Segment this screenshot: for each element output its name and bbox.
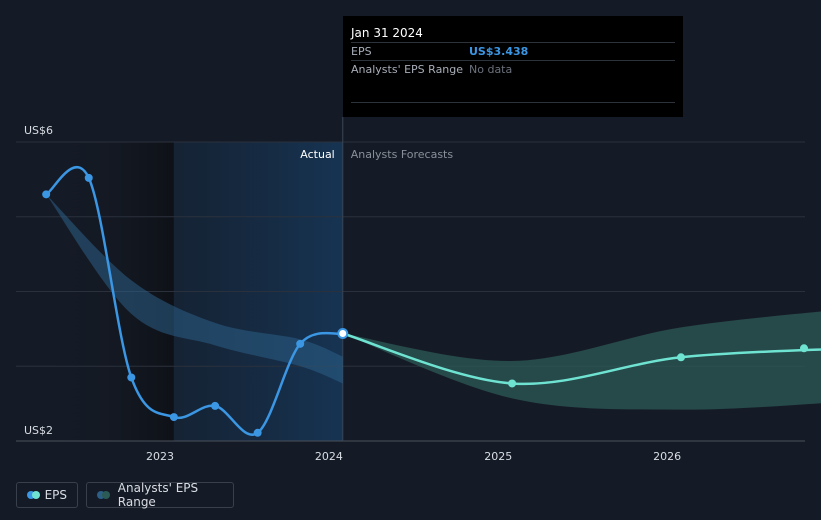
y-axis-label-top: US$6 bbox=[24, 124, 53, 137]
tooltip-divider bbox=[351, 78, 675, 103]
tooltip-eps-label: EPS bbox=[351, 45, 372, 58]
tooltip-row-eps: EPS US$3.438 bbox=[351, 42, 675, 60]
eps-highlight-point bbox=[337, 328, 349, 340]
chart-legend: EPS Analysts' EPS Range bbox=[16, 481, 234, 509]
eps-actual-point bbox=[211, 401, 220, 410]
actual-region-label: Actual bbox=[300, 148, 334, 161]
legend-range-button[interactable]: Analysts' EPS Range bbox=[86, 481, 234, 509]
legend-eps-label: EPS bbox=[44, 488, 67, 502]
eps-forecast-point bbox=[800, 344, 808, 353]
eps-actual-point bbox=[42, 190, 51, 199]
tooltip-row-range: Analysts' EPS Range No data bbox=[351, 60, 675, 78]
eps-swatch-icon bbox=[27, 491, 40, 499]
eps-actual-point bbox=[84, 173, 93, 182]
tooltip-eps-value: US$3.438 bbox=[469, 45, 529, 58]
x-tick-label: 2024 bbox=[315, 450, 343, 463]
legend-eps-button[interactable]: EPS bbox=[16, 482, 78, 508]
eps-actual-point bbox=[296, 339, 305, 348]
tooltip-range-label: Analysts' EPS Range bbox=[351, 63, 464, 76]
eps-actual-point bbox=[253, 428, 262, 437]
eps-actual-point bbox=[169, 413, 178, 422]
forecast-region-label: Analysts Forecasts bbox=[351, 148, 454, 161]
eps-forecast-point bbox=[508, 379, 517, 388]
legend-range-label: Analysts' EPS Range bbox=[117, 481, 199, 509]
x-tick-label: 2026 bbox=[653, 450, 681, 463]
x-tick-label: 2023 bbox=[146, 450, 174, 463]
eps-actual-point bbox=[127, 373, 136, 382]
eps-forecast-point bbox=[676, 353, 685, 362]
hover-tooltip: Jan 31 2024 EPS US$3.438 Analysts' EPS R… bbox=[343, 16, 683, 117]
y-axis-label-bottom: US$2 bbox=[24, 424, 53, 437]
tooltip-date: Jan 31 2024 bbox=[351, 26, 423, 40]
x-tick-label: 2025 bbox=[484, 450, 512, 463]
range-swatch-icon bbox=[97, 491, 111, 499]
tooltip-range-value: No data bbox=[469, 63, 513, 76]
